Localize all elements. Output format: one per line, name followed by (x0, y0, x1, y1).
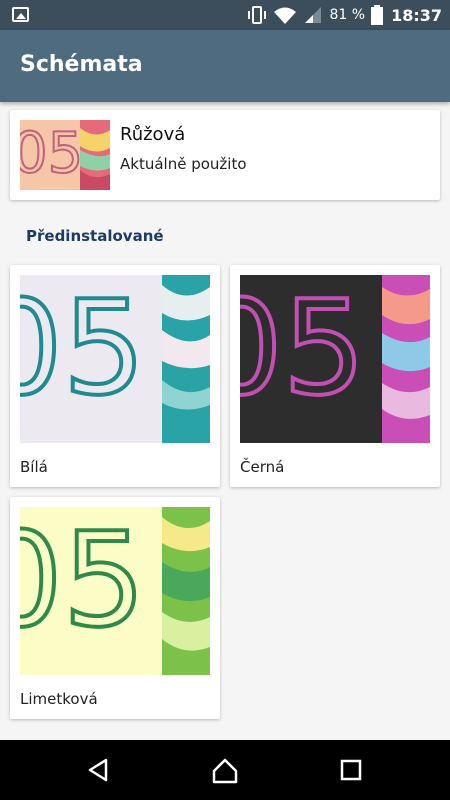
recents-icon[interactable] (336, 755, 366, 785)
theme-thumbnail-bila: 05 (20, 275, 210, 443)
svg-text:05: 05 (20, 507, 145, 656)
battery-percent: 81 % (329, 7, 366, 23)
current-theme-status: Aktuálně použito (120, 155, 247, 173)
theme-label-cerna: Černá (240, 458, 285, 476)
gallery-icon (12, 7, 29, 22)
theme-label-limetkova: Limetková (20, 690, 98, 708)
app-bar: Schémata (0, 30, 450, 102)
clock: 18:37 (391, 5, 442, 25)
status-bar: 81 % 18:37 (0, 0, 450, 30)
vibrate-icon (248, 6, 267, 24)
theme-card-bila[interactable]: 05 Bílá (10, 265, 220, 487)
wifi-icon (274, 7, 297, 24)
svg-text:05: 05 (20, 121, 83, 186)
back-icon[interactable] (84, 755, 114, 785)
signal-icon (305, 7, 322, 23)
theme-label-bila: Bílá (20, 458, 48, 476)
home-icon[interactable] (210, 755, 240, 785)
current-theme-thumbnail: 05 (20, 120, 110, 190)
svg-text:05: 05 (20, 275, 145, 424)
section-header-preinstalled: Předinstalované (26, 227, 164, 245)
current-theme-name: Růžová (120, 124, 186, 145)
navigation-bar (0, 740, 450, 800)
current-theme-card[interactable]: 05 Růžová Aktuálně použito (10, 110, 440, 200)
theme-card-limetkova[interactable]: 05 Limetková (10, 497, 220, 719)
battery-icon (371, 5, 384, 25)
theme-card-cerna[interactable]: 05 Černá (230, 265, 440, 487)
svg-text:05: 05 (240, 275, 365, 424)
theme-thumbnail-limetkova: 05 (20, 507, 210, 675)
page-title: Schémata (20, 52, 143, 77)
theme-thumbnail-cerna: 05 (240, 275, 430, 443)
